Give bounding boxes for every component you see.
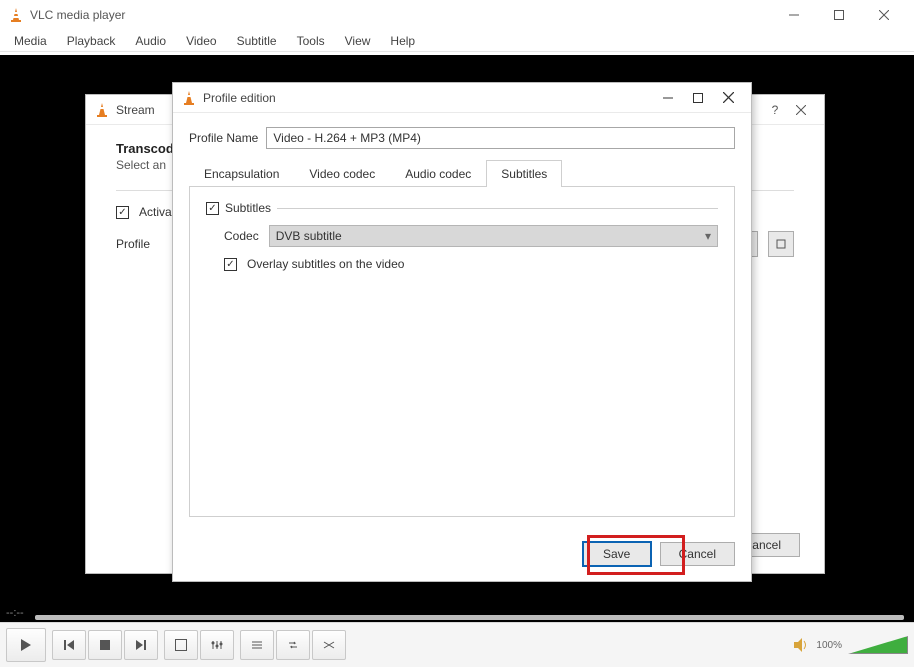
menu-help[interactable]: Help xyxy=(380,31,425,51)
menu-audio[interactable]: Audio xyxy=(125,31,176,51)
profile-name-label: Profile Name xyxy=(189,131,258,145)
stream-close-button[interactable] xyxy=(786,95,816,125)
main-title: VLC media player xyxy=(30,8,771,22)
overlay-checkbox[interactable]: ✓ xyxy=(224,258,237,271)
close-button[interactable] xyxy=(861,0,906,30)
activate-label: Activa xyxy=(139,205,172,219)
overlay-label: Overlay subtitles on the video xyxy=(247,257,404,271)
speaker-icon[interactable] xyxy=(792,636,810,654)
activate-checkbox[interactable]: ✓ xyxy=(116,206,129,219)
stop-button[interactable] xyxy=(88,630,122,660)
chevron-down-icon: ▾ xyxy=(705,229,711,243)
minimize-button[interactable] xyxy=(771,0,816,30)
codec-label: Codec xyxy=(224,229,259,243)
profile-label: Profile xyxy=(116,237,166,251)
tab-audio-codec[interactable]: Audio codec xyxy=(390,160,486,187)
profile-name-input[interactable] xyxy=(266,127,735,149)
volume-label: 100% xyxy=(816,640,842,651)
profile-new-button[interactable] xyxy=(768,231,794,257)
play-button[interactable] xyxy=(6,628,46,662)
playlist-button[interactable] xyxy=(240,630,274,660)
fullscreen-button[interactable] xyxy=(164,630,198,660)
profile-dialog: Profile edition Profile Name Encapsulati… xyxy=(172,82,752,582)
codec-select: DVB subtitle ▾ xyxy=(269,225,718,247)
loop-button[interactable] xyxy=(276,630,310,660)
vlc-cone-icon xyxy=(8,7,24,23)
tab-encapsulation[interactable]: Encapsulation xyxy=(189,160,294,187)
seek-bar[interactable] xyxy=(35,612,904,622)
time-status: --:-- xyxy=(6,607,24,619)
cancel-button[interactable]: Cancel xyxy=(660,542,735,566)
menu-playback[interactable]: Playback xyxy=(57,31,126,51)
tab-video-codec[interactable]: Video codec xyxy=(294,160,390,187)
subtitles-checkbox[interactable]: ✓ xyxy=(206,202,219,215)
next-button[interactable] xyxy=(124,630,158,660)
profile-close-button[interactable] xyxy=(713,83,743,113)
menu-video[interactable]: Video xyxy=(176,31,226,51)
maximize-button[interactable] xyxy=(816,0,861,30)
profile-minimize-button[interactable] xyxy=(653,83,683,113)
main-titlebar: VLC media player xyxy=(0,0,914,30)
profile-maximize-button[interactable] xyxy=(683,83,713,113)
menu-view[interactable]: View xyxy=(335,31,381,51)
ext-settings-button[interactable] xyxy=(200,630,234,660)
volume-slider[interactable] xyxy=(848,636,908,654)
subtitles-check-label: Subtitles xyxy=(225,201,271,215)
profile-tabs: Encapsulation Video codec Audio codec Su… xyxy=(189,159,735,187)
help-button[interactable]: ? xyxy=(764,103,786,117)
prev-button[interactable] xyxy=(52,630,86,660)
subtitles-pane: ✓ Subtitles Codec DVB subtitle ▾ ✓ Overl… xyxy=(189,187,735,517)
menu-tools[interactable]: Tools xyxy=(287,31,335,51)
menu-media[interactable]: Media xyxy=(4,31,57,51)
vlc-cone-icon xyxy=(181,90,197,106)
vlc-cone-icon xyxy=(94,102,110,118)
random-button[interactable] xyxy=(312,630,346,660)
profile-dialog-title: Profile edition xyxy=(203,91,653,105)
tab-subtitles[interactable]: Subtitles xyxy=(486,160,562,187)
playback-controls: 100% xyxy=(0,622,914,667)
codec-value: DVB subtitle xyxy=(276,229,342,243)
save-button[interactable]: Save xyxy=(582,541,652,567)
menubar: Media Playback Audio Video Subtitle Tool… xyxy=(0,30,914,52)
menu-subtitle[interactable]: Subtitle xyxy=(227,31,287,51)
